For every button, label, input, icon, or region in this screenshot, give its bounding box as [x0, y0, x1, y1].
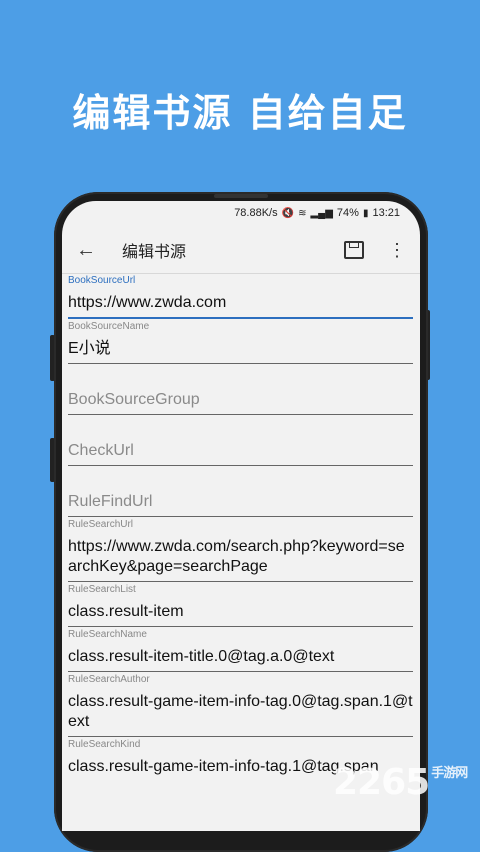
back-arrow-icon[interactable]: ← — [76, 239, 114, 262]
battery-icon: ▮ — [362, 207, 369, 219]
source-form: BookSourceUrl https://www.zwda.com BookS… — [68, 273, 414, 781]
field-label: RuleSearchList — [68, 584, 136, 595]
phone-screen: 78.88K/s 🔇 ≋ ▂▄▆ 74% ▮ 13:21 ← 编辑书源 ⋮ Bo… — [62, 201, 420, 831]
field-underline — [68, 671, 413, 672]
field-book-source-group[interactable]: BookSourceGroup — [68, 364, 413, 415]
field-rule-search-author[interactable]: RuleSearchAuthor class.result-game-item-… — [68, 674, 413, 737]
field-rule-find-url[interactable]: RuleFindUrl — [68, 466, 413, 517]
save-icon[interactable] — [344, 241, 364, 259]
app-toolbar: ← 编辑书源 ⋮ — [62, 227, 420, 273]
field-underline — [68, 317, 413, 319]
field-value[interactable]: class.result-item-title.0@tag.a.0@text — [68, 641, 413, 671]
field-label: RuleSearchUrl — [68, 519, 134, 530]
watermark-suffix: 手游网 — [431, 766, 468, 781]
field-label: RuleSearchAuthor — [68, 674, 150, 685]
mute-icon: 🔇 — [281, 207, 295, 219]
phone-speaker — [214, 194, 268, 198]
more-vertical-icon[interactable]: ⋮ — [388, 241, 406, 259]
signal-icon: ▂▄▆ — [310, 207, 333, 219]
field-rule-search-name[interactable]: RuleSearchName class.result-item-title.0… — [68, 629, 413, 672]
field-value[interactable]: E小说 — [68, 333, 413, 363]
field-underline — [68, 626, 413, 627]
field-rule-search-url[interactable]: RuleSearchUrl https://www.zwda.com/searc… — [68, 519, 413, 582]
page-title: 编辑书源 — [122, 242, 187, 261]
field-placeholder[interactable]: RuleFindUrl — [68, 466, 413, 516]
field-label: RuleSearchKind — [68, 739, 141, 750]
field-book-source-name[interactable]: BookSourceName E小说 — [68, 321, 413, 364]
field-label: RuleSearchName — [68, 629, 147, 640]
field-value[interactable]: https://www.zwda.com — [68, 287, 413, 317]
field-rule-search-list[interactable]: RuleSearchList class.result-item — [68, 584, 413, 627]
network-speed: 78.88K/s — [234, 207, 278, 219]
battery-percent: 74% — [336, 207, 359, 219]
field-value[interactable]: class.result-game-item-info-tag.0@tag.sp… — [68, 686, 413, 736]
field-label: BookSourceUrl — [68, 275, 136, 286]
status-bar: 78.88K/s 🔇 ≋ ▂▄▆ 74% ▮ 13:21 — [62, 201, 420, 225]
field-underline — [68, 581, 413, 582]
field-value[interactable]: https://www.zwda.com/search.php?keyword=… — [68, 531, 413, 581]
wifi-icon: ≋ — [298, 207, 307, 219]
field-book-source-url[interactable]: BookSourceUrl https://www.zwda.com — [68, 275, 413, 319]
field-placeholder[interactable]: BookSourceGroup — [68, 364, 413, 414]
field-check-url[interactable]: CheckUrl — [68, 415, 413, 466]
clock: 13:21 — [372, 207, 400, 219]
field-value[interactable]: class.result-item — [68, 596, 413, 626]
promo-headline: 编辑书源 自给自足 — [72, 91, 408, 135]
watermark-number: 2265 — [333, 762, 430, 803]
field-underline — [68, 516, 413, 517]
site-watermark: 2265 手游网 — [333, 762, 468, 803]
field-label: BookSourceName — [68, 321, 150, 332]
field-underline — [68, 736, 413, 737]
field-placeholder[interactable]: CheckUrl — [68, 415, 413, 465]
